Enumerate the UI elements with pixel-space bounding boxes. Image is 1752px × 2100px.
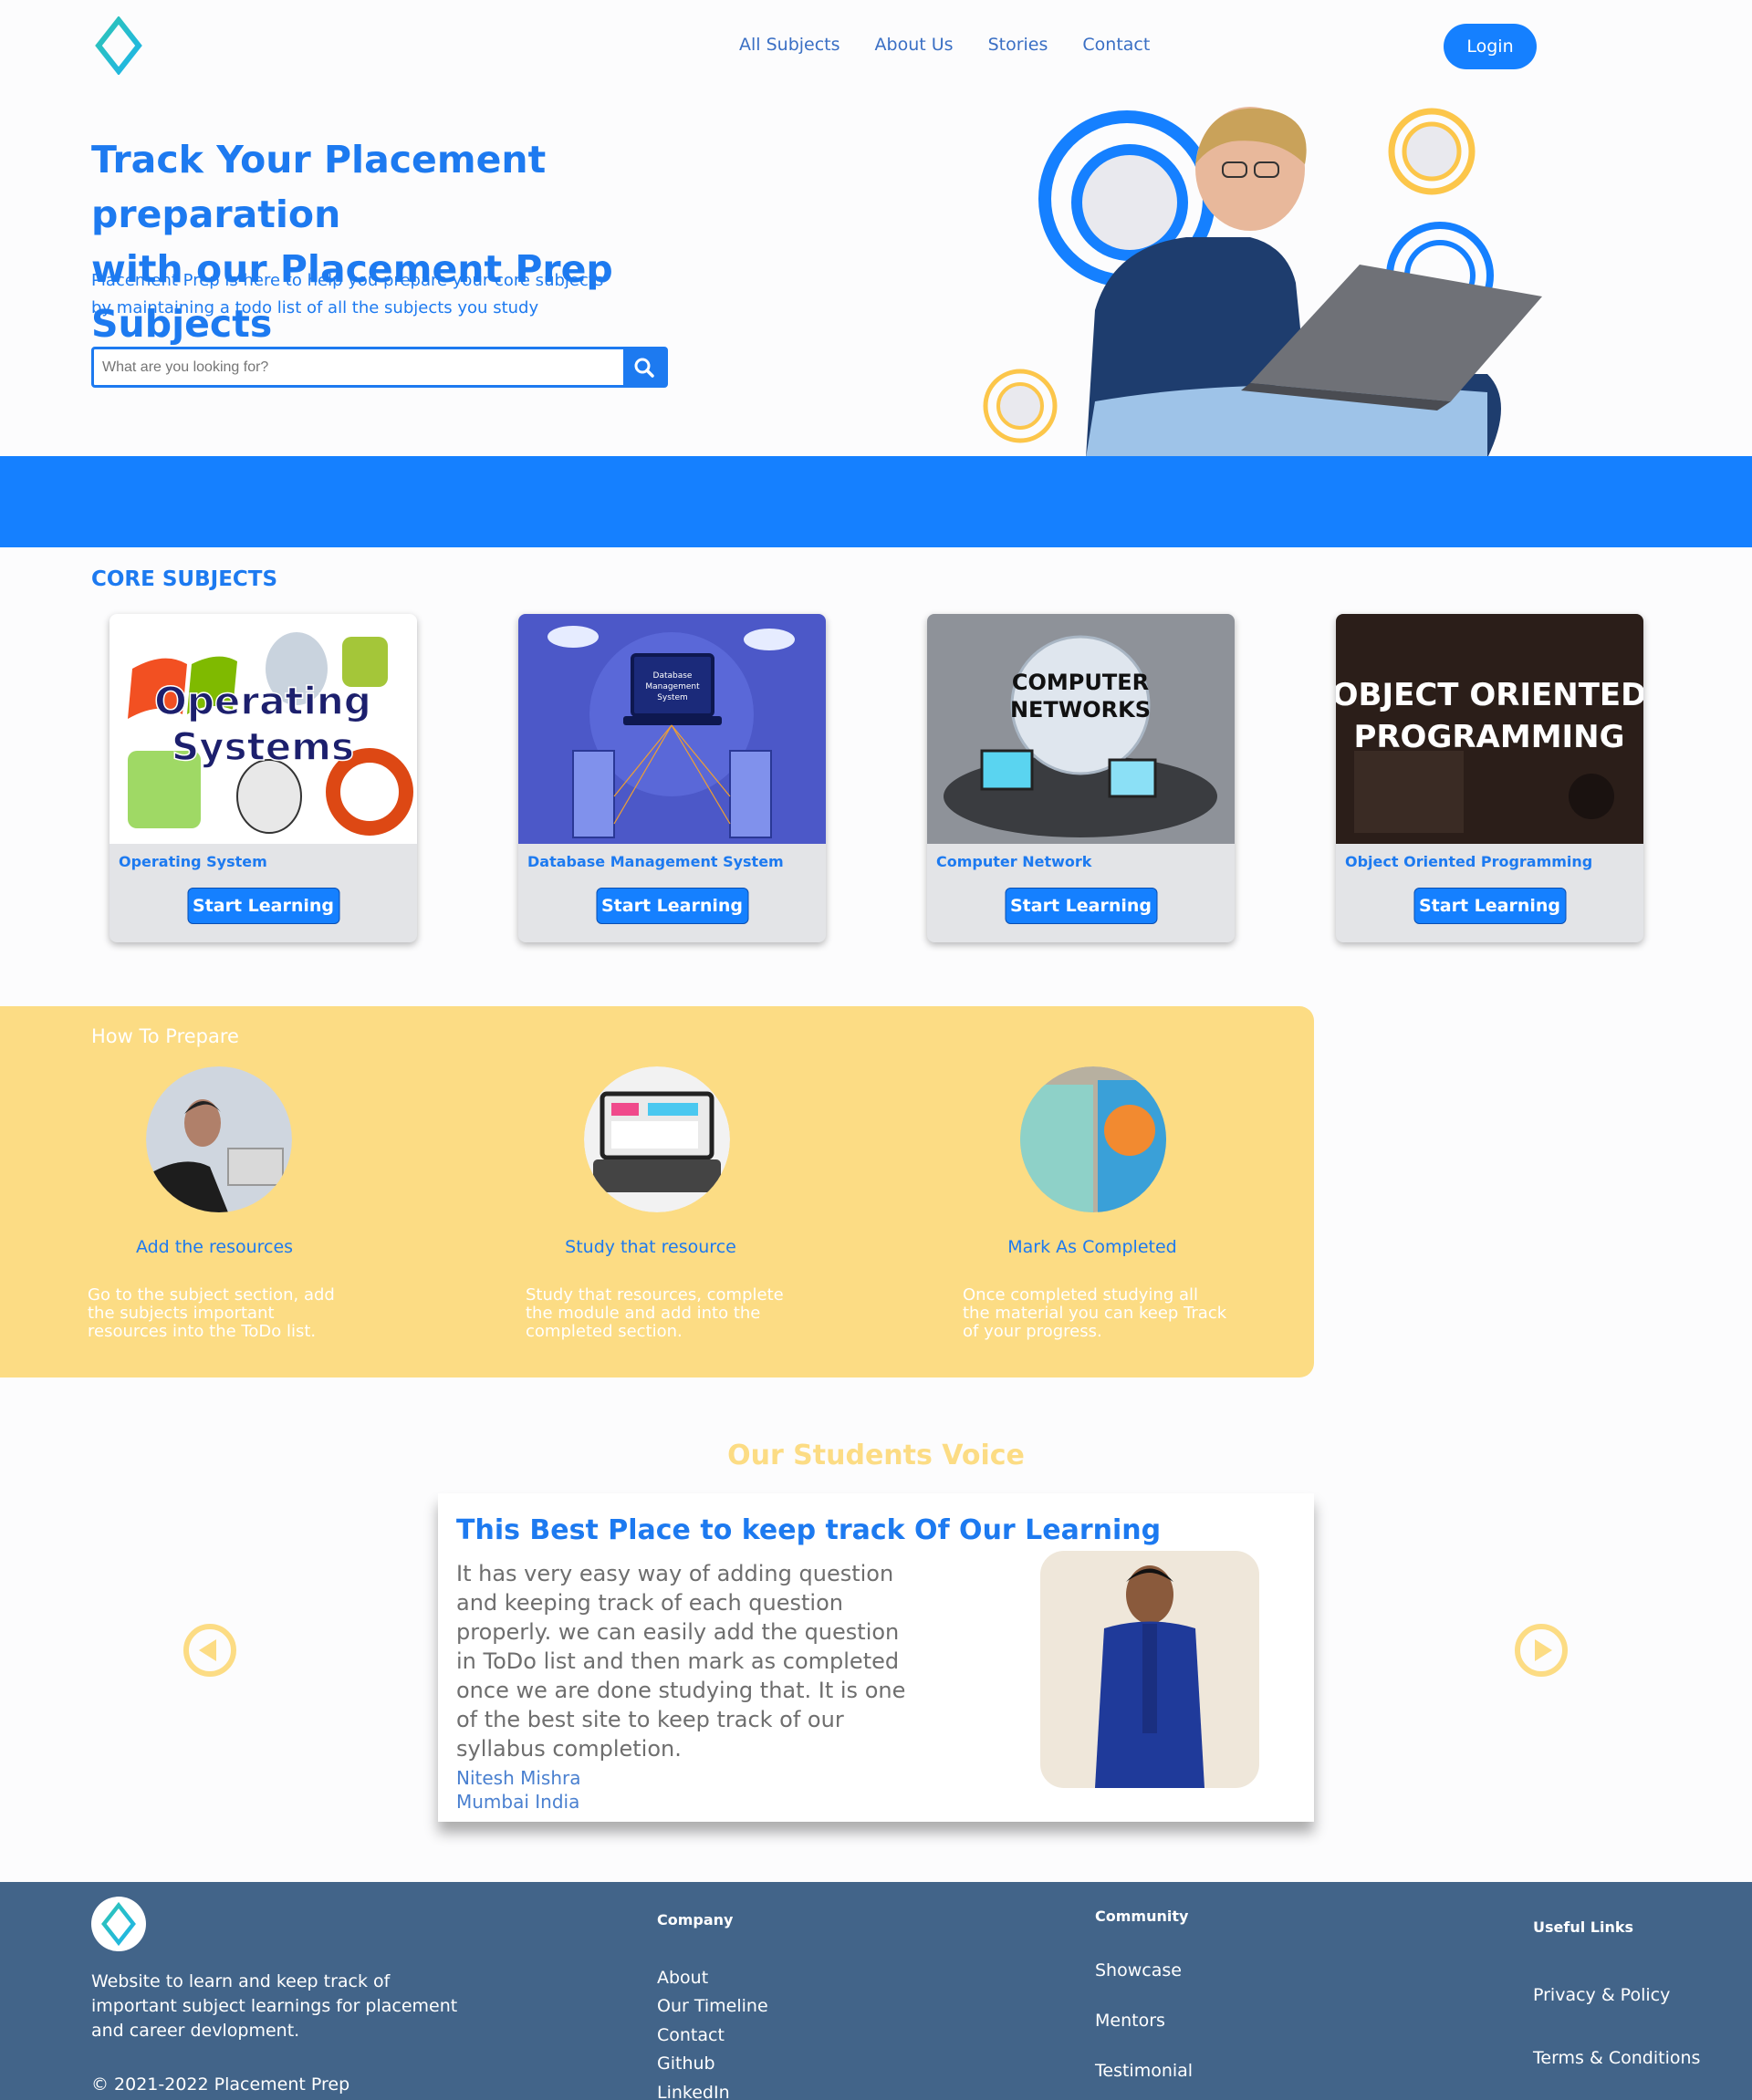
cn-card-image: COMPUTER NETWORKS (927, 614, 1235, 844)
footer-link-testimonial[interactable]: Testimonial (1095, 2061, 1193, 2081)
start-learning-button[interactable]: Start Learning (186, 888, 340, 924)
card-title: Operating System (119, 853, 267, 870)
how-to-prepare-title: How To Prepare (91, 1025, 239, 1047)
nav-all-subjects[interactable]: All Subjects (739, 35, 840, 55)
oop-image-text-2: PROGRAMMING (1353, 719, 1624, 755)
step-title: Mark As Completed (1007, 1237, 1177, 1257)
step-description: Once completed studying all the material… (963, 1285, 1227, 1341)
arrow-right-icon[interactable] (1513, 1622, 1570, 1679)
top-nav: All Subjects About Us Stories Contact Lo… (0, 0, 1752, 93)
card-title: Database Management System (527, 853, 784, 870)
footer-link-github[interactable]: Github (657, 2053, 715, 2074)
card-title: Computer Network (936, 853, 1092, 870)
footer-copyright: © 2021-2022 Placement Prep (91, 2074, 350, 2095)
dbms-image-text-3: System (657, 693, 688, 702)
footer-link-contact[interactable]: Contact (657, 2025, 725, 2045)
step-description: Go to the subject section, add the subje… (88, 1285, 335, 1341)
footer-community-heading: Community (1095, 1908, 1189, 1925)
arrow-left-icon[interactable] (182, 1622, 238, 1679)
dbms-image-text-1: Database (653, 671, 693, 681)
search-bar (91, 347, 668, 388)
os-image-text-2: Systems (172, 724, 354, 769)
start-learning-button[interactable]: Start Learning (1004, 888, 1158, 924)
footer-link-about[interactable]: About (657, 1968, 708, 1988)
testimonial-author: Nitesh Mishra (456, 1767, 581, 1789)
cn-image-text-1: COMPUTER (1012, 670, 1149, 695)
nav-links: All Subjects About Us Stories Contact (739, 35, 1150, 55)
footer-description: Website to learn and keep track of impor… (91, 1971, 458, 2041)
card-title: Object Oriented Programming (1345, 853, 1593, 870)
dbms-image-text-2: Management (645, 682, 700, 691)
testimonial-photo (1040, 1551, 1259, 1788)
testimonial-body: It has very easy way of adding question … (456, 1561, 906, 1762)
how-to-prepare-section: How To Prepare Add the resources Go to t… (0, 1006, 1314, 1377)
diamond-logo-icon[interactable] (91, 16, 146, 75)
step-image-add (146, 1066, 292, 1212)
step-title: Study that resource (565, 1237, 736, 1257)
footer-link-showcase[interactable]: Showcase (1095, 1960, 1182, 1980)
footer-link-terms[interactable]: Terms & Conditions (1533, 2048, 1700, 2068)
hero-description: Placement Prep is here to help you prepa… (91, 267, 675, 322)
nav-contact[interactable]: Contact (1082, 35, 1150, 55)
students-voice-title: Our Students Voice (727, 1440, 1025, 1471)
footer-company-heading: Company (657, 1911, 734, 1928)
start-learning-button[interactable]: Start Learning (595, 888, 749, 924)
testimonial-card: This Best Place to keep track Of Our Lea… (438, 1493, 1314, 1822)
nav-stories[interactable]: Stories (988, 35, 1048, 55)
step-image-study (584, 1066, 730, 1212)
footer-useful-heading: Useful Links (1533, 1918, 1634, 1936)
step-image-complete (1020, 1066, 1166, 1212)
hero-blue-band (0, 456, 1752, 547)
step-description: Study that resources, complete the modul… (526, 1285, 784, 1341)
os-card-image: Operating Systems (110, 614, 417, 844)
login-button[interactable]: Login (1444, 24, 1537, 69)
nav-about-us[interactable]: About Us (875, 35, 954, 55)
footer-logo[interactable] (91, 1897, 146, 1951)
cn-image-text-2: NETWORKS (1010, 697, 1151, 723)
subject-card-cn: COMPUTER NETWORKS Computer Network Start… (927, 614, 1235, 942)
subject-card-os: Operating Systems Operating System Start… (110, 614, 417, 942)
diamond-logo-icon (101, 1902, 136, 1946)
subject-card-dbms: Database Management System Database Mana… (518, 614, 826, 942)
search-button[interactable] (623, 349, 665, 385)
footer-link-linkedin[interactable]: LinkedIn (657, 2083, 730, 2100)
search-icon (634, 358, 654, 378)
footer-link-timeline[interactable]: Our Timeline (657, 1996, 768, 2016)
hero-title-line1: Track Your Placement preparation (91, 138, 547, 236)
step-title: Add the resources (135, 1237, 294, 1257)
subject-card-oop: OBJECT ORIENTED PROGRAMMING Object Orien… (1336, 614, 1643, 942)
oop-card-image: OBJECT ORIENTED PROGRAMMING (1336, 614, 1643, 844)
oop-image-text-1: OBJECT ORIENTED (1336, 677, 1643, 713)
hero-desc-line1: Placement Prep is here to help you prepa… (91, 271, 604, 290)
hero-illustration (983, 107, 1542, 458)
hero-desc-line2: by maintaining a todo list of all the su… (91, 298, 539, 317)
footer: Website to learn and keep track of impor… (0, 1882, 1752, 2100)
os-image-text-1: Operating (154, 679, 371, 723)
core-subjects-title: CORE SUBJECTS (91, 567, 278, 591)
testimonial-location: Mumbai India (456, 1791, 580, 1813)
footer-link-privacy[interactable]: Privacy & Policy (1533, 1985, 1670, 2005)
dbms-card-image: Database Management System (518, 614, 826, 844)
search-input[interactable] (94, 349, 623, 385)
testimonial-heading: This Best Place to keep track Of Our Lea… (456, 1514, 1162, 1546)
start-learning-button[interactable]: Start Learning (1413, 888, 1567, 924)
footer-link-mentors[interactable]: Mentors (1095, 2011, 1165, 2031)
